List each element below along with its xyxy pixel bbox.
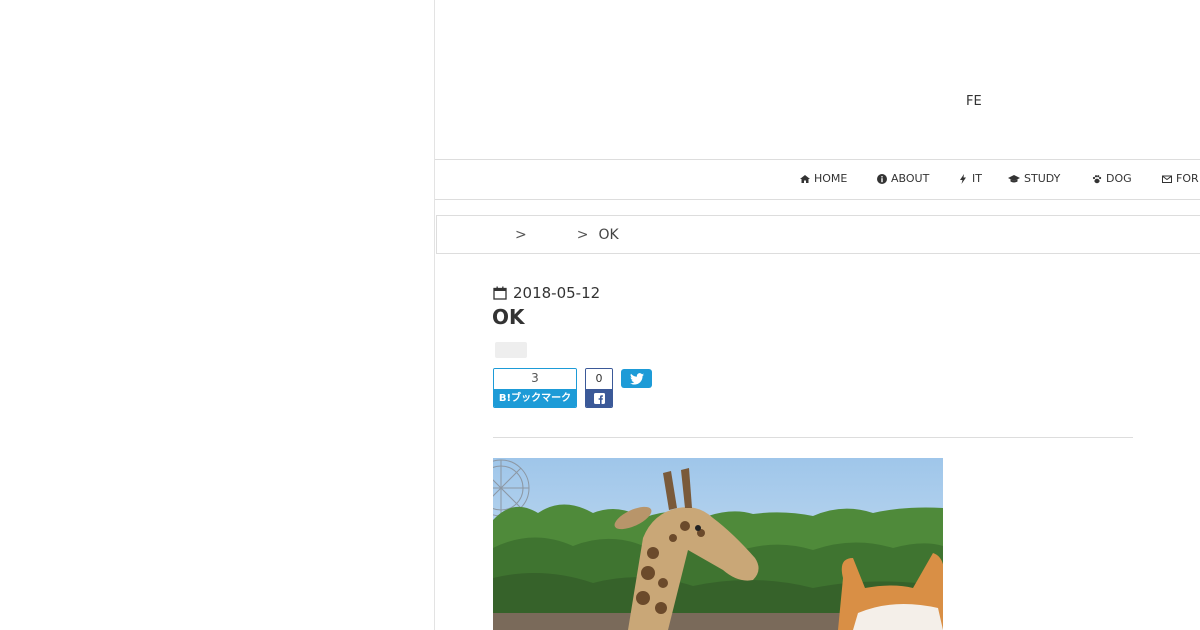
facebook-share-count: 0 — [586, 369, 612, 389]
breadcrumb-current: OK — [598, 226, 619, 243]
bolt-icon — [960, 173, 966, 184]
site-header: FE — [435, 0, 1200, 160]
home-icon — [800, 174, 810, 183]
nav-label-it: IT — [972, 172, 982, 185]
nav-label-study: STUDY — [1024, 172, 1061, 185]
post-image-giraffe-and-dog — [493, 458, 943, 630]
nav-item-about[interactable]: ABOUT — [877, 172, 929, 185]
nav-label-form: FOR — [1176, 172, 1199, 185]
breadcrumb-separator: > — [515, 226, 527, 243]
nav-item-dog[interactable]: DOG — [1092, 172, 1132, 185]
nav-label-home: HOME — [814, 172, 848, 185]
nav-item-it[interactable]: IT — [958, 172, 982, 185]
envelope-icon — [1162, 175, 1172, 183]
nav-item-home[interactable]: HOME — [800, 172, 847, 185]
calendar-icon — [493, 286, 507, 300]
facebook-share-button[interactable]: 0 — [585, 368, 613, 408]
category-tag[interactable] — [495, 342, 527, 358]
hatena-bookmark-count: 3 — [494, 369, 576, 389]
site-title[interactable]: FE — [966, 94, 982, 109]
hatena-bookmark-label: B!ブックマーク — [494, 389, 576, 407]
global-nav: HOME ABOUT IT STUDY DOG FOR — [435, 160, 1200, 200]
post-date: 2018-05-12 — [493, 284, 600, 302]
twitter-share-button[interactable] — [621, 369, 652, 388]
post-title: OK — [492, 305, 525, 329]
breadcrumb-category-link[interactable] — [537, 229, 567, 241]
twitter-icon — [629, 372, 644, 385]
graduation-cap-icon — [1008, 174, 1020, 182]
paw-icon — [1092, 174, 1102, 183]
content-divider — [493, 437, 1133, 438]
nav-label-dog: DOG — [1106, 172, 1132, 185]
breadcrumb: > > OK — [436, 215, 1200, 254]
nav-item-form[interactable]: FOR — [1162, 172, 1199, 185]
nav-item-study[interactable]: STUDY — [1008, 172, 1060, 185]
breadcrumb-separator: > — [576, 226, 589, 243]
nav-label-about: ABOUT — [891, 172, 930, 185]
main-column: FE HOME ABOUT IT STUDY DOG FOR > > OK 20… — [434, 0, 1200, 630]
hatena-bookmark-button[interactable]: 3 B!ブックマーク — [493, 368, 577, 408]
facebook-icon — [593, 393, 605, 404]
left-blank-area — [0, 0, 434, 630]
facebook-share-label — [586, 389, 612, 407]
info-icon — [877, 173, 887, 184]
post-date-text: 2018-05-12 — [513, 284, 601, 302]
breadcrumb-home-link[interactable] — [501, 229, 505, 241]
